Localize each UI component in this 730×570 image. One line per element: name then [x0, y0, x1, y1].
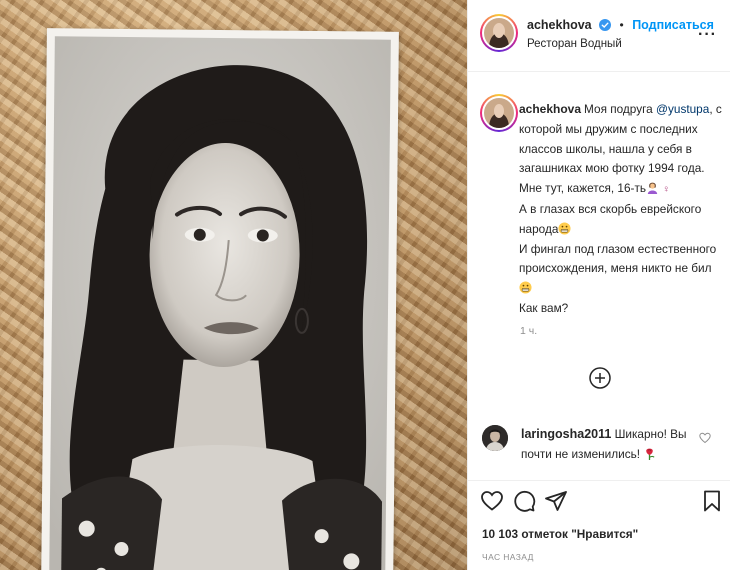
- location-link[interactable]: Ресторан Водный: [527, 38, 622, 50]
- share-icon[interactable]: [544, 489, 568, 513]
- caption-part: И фингал под глазом естественного происх…: [519, 241, 717, 276]
- author-username[interactable]: achekhova: [527, 18, 592, 32]
- verified-badge-icon: [599, 19, 612, 31]
- comment-item: laringosha2011 Шикарно! Вы почти не изме…: [468, 420, 730, 470]
- separator-dot: •: [619, 18, 624, 32]
- caption-part: Моя подруга: [584, 102, 657, 116]
- heart-icon[interactable]: [480, 489, 504, 513]
- comment-text: laringosha2011 Шикарно! Вы почти не изме…: [521, 424, 701, 464]
- post-panel: achekhova • Подписаться Ресторан Водный …: [467, 0, 730, 570]
- caption-part: А в глазах вся скорбь еврейского народа: [519, 201, 702, 236]
- caption-text: achekhova Моя подруга @yustupa, с которой…: [519, 100, 724, 319]
- female-sign-icon: ♀: [662, 184, 670, 196]
- action-bar: [468, 480, 730, 524]
- commenter-avatar[interactable]: [482, 425, 508, 451]
- plus-circle-icon[interactable]: [588, 366, 612, 390]
- caption-author-avatar[interactable]: [480, 94, 518, 132]
- likes-count[interactable]: 10 103 отметок "Нравится": [482, 527, 638, 541]
- more-options-icon[interactable]: ···: [698, 26, 717, 44]
- caption-username[interactable]: achekhova: [519, 102, 581, 116]
- woman-shrugging-emoji-icon: [647, 182, 658, 195]
- post-header: achekhova • Подписаться Ресторан Водный …: [468, 0, 730, 72]
- comment-like-heart-icon[interactable]: [699, 432, 711, 444]
- photo-print: [41, 28, 399, 570]
- portrait-photo: [49, 36, 391, 570]
- post-timestamp[interactable]: ЧАС НАЗАД: [482, 552, 534, 562]
- rose-emoji-icon: [646, 448, 655, 460]
- comment-icon[interactable]: [512, 489, 536, 513]
- caption-part: Мне тут, кажется, 16-ть: [519, 181, 647, 196]
- author-avatar[interactable]: [480, 14, 518, 52]
- post-media[interactable]: [0, 0, 467, 570]
- grimacing-face-emoji-icon: [558, 222, 571, 235]
- grimacing-face-emoji-icon: [519, 281, 532, 294]
- bookmark-icon[interactable]: [700, 489, 724, 513]
- caption-timestamp[interactable]: 1 ч.: [520, 325, 537, 337]
- commenter-username[interactable]: laringosha2011: [521, 427, 611, 441]
- mention-link[interactable]: @yustupa: [656, 102, 709, 116]
- caption-part: Как вам?: [519, 300, 569, 315]
